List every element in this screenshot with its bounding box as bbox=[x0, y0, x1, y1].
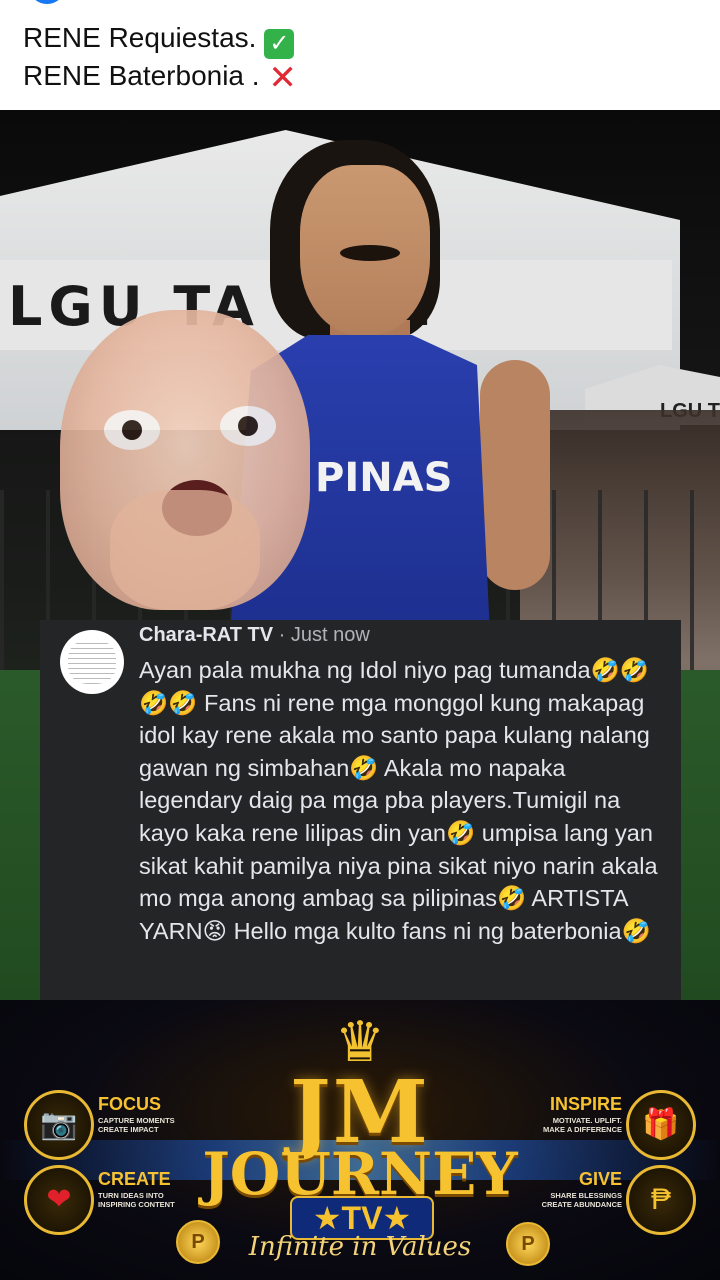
badge-focus-label: FOCUS bbox=[98, 1094, 161, 1114]
money-bag-icon: ₱ bbox=[626, 1165, 696, 1235]
overlay-hand bbox=[110, 490, 260, 610]
badge-focus: 📷 FOCUS CAPTURE MOMENTS CREATE IMPACT bbox=[24, 1090, 194, 1160]
comment-header: Chara-RAT TV · Just now bbox=[139, 624, 370, 647]
jersey-text: PINAS bbox=[315, 455, 453, 501]
badge-inspire-label: INSPIRE bbox=[549, 1094, 622, 1114]
badge-create-label: CREATE bbox=[98, 1169, 171, 1189]
post-caption: RENE Requiestas. ✓ RENE Baterbonia . ✕ bbox=[0, 0, 720, 110]
caption-line-2-text: RENE Baterbonia . bbox=[23, 60, 260, 91]
coin-icon: P bbox=[506, 1222, 550, 1266]
cross-mark-icon: ✕ bbox=[268, 59, 297, 97]
caption-line-1: RENE Requiestas. ✓ bbox=[23, 22, 295, 59]
comment-text: Ayan pala mukha ng Idol niyo pag tumanda… bbox=[139, 657, 658, 944]
gift-icon: 🎁 bbox=[626, 1090, 696, 1160]
commenter-name[interactable]: Chara-RAT TV bbox=[139, 624, 273, 646]
caption-line-1-text: RENE Requiestas. bbox=[23, 22, 257, 53]
coin-icon: P bbox=[176, 1220, 220, 1264]
check-mark-icon: ✓ bbox=[264, 29, 295, 59]
badge-give-sub: SHARE BLESSINGS CREATE ABUNDANCE bbox=[541, 1191, 622, 1209]
profile-avatar[interactable] bbox=[30, 0, 64, 4]
badge-create: ❤ CREATE TURN IDEAS INTO INSPIRING CONTE… bbox=[24, 1165, 194, 1235]
commenter-avatar[interactable] bbox=[60, 630, 124, 694]
badge-inspire-sub: MOTIVATE. UPLIFT. MAKE A DIFFERENCE bbox=[542, 1116, 622, 1134]
channel-logo-banner: ♛ JM JOURNEY ★TV★ Infinite in Values 📷 F… bbox=[0, 1000, 720, 1280]
badge-give-label: GIVE bbox=[578, 1169, 622, 1189]
comment-separator: · bbox=[273, 624, 291, 646]
avatar-doodle-icon bbox=[68, 640, 116, 684]
comment-timestamp: Just now bbox=[290, 624, 370, 646]
camera-icon: 📷 bbox=[24, 1090, 94, 1160]
logo-tagline: Infinite in Values bbox=[248, 1232, 472, 1262]
badge-give: ₱ GIVE SHARE BLESSINGS CREATE ABUNDANCE bbox=[526, 1165, 696, 1235]
heart-icon: ❤ bbox=[24, 1165, 94, 1235]
badge-inspire: 🎁 INSPIRE MOTIVATE. UPLIFT. MAKE A DIFFE… bbox=[526, 1090, 696, 1160]
player-mustache bbox=[340, 245, 400, 261]
overlay-eye-right bbox=[220, 406, 276, 446]
badge-focus-sub: CAPTURE MOMENTS CREATE IMPACT bbox=[98, 1116, 175, 1134]
caption-line-2: RENE Baterbonia . ✕ bbox=[23, 59, 298, 97]
badge-create-sub: TURN IDEAS INTO INSPIRING CONTENT bbox=[98, 1191, 175, 1209]
player-arm bbox=[480, 360, 550, 590]
overlay-eye-left bbox=[104, 410, 160, 450]
comment-card: Chara-RAT TV · Just now Ayan pala mukha … bbox=[40, 620, 681, 1000]
